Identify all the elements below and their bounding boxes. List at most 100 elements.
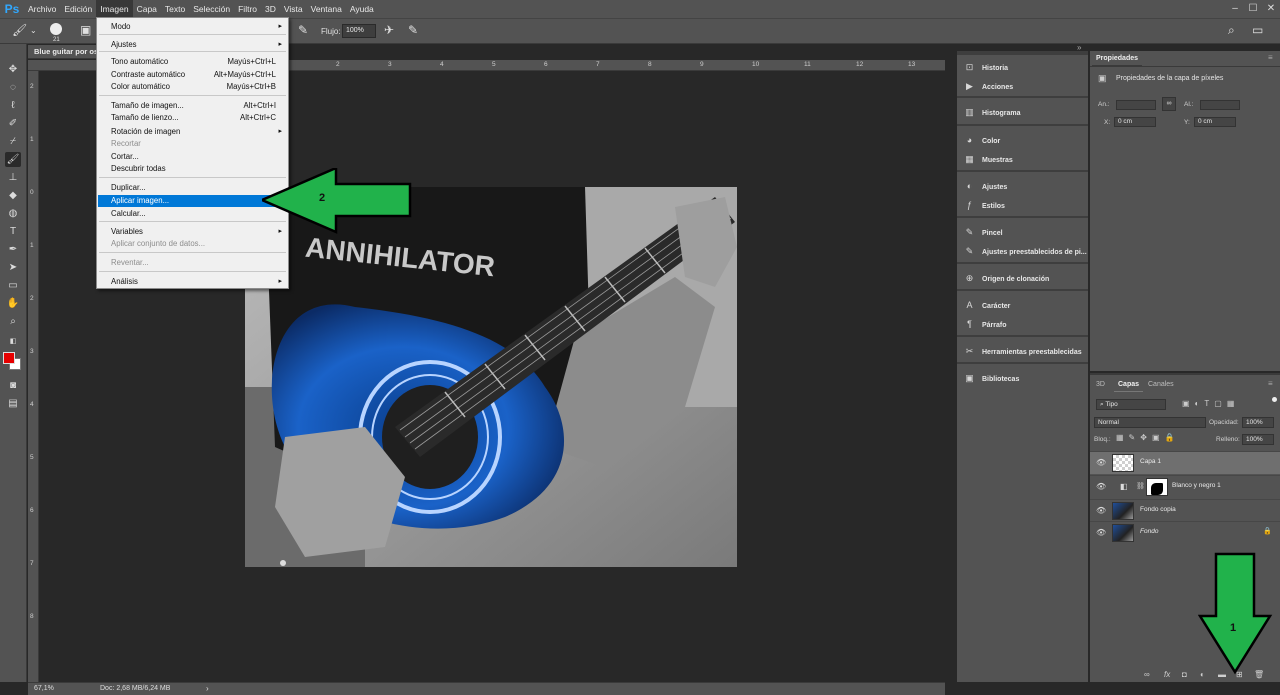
menu-item-tono-automatico[interactable]: Tono automático Mayús+Ctrl+L	[98, 56, 287, 68]
blend-mode-select[interactable]: Normal	[1094, 417, 1206, 428]
menu-item-analisis[interactable]: Análisis ▸	[98, 276, 287, 288]
menu-item-tamano-imagen[interactable]: Tamaño de imagen... Alt+Ctrl+I	[98, 100, 287, 112]
eye-icon[interactable]: 👁	[1096, 458, 1106, 467]
menu-edicion[interactable]: Edición	[60, 0, 96, 18]
height-field[interactable]	[1200, 100, 1240, 110]
paint-bucket-tool-icon[interactable]: ◍	[5, 206, 21, 221]
panel-item-acciones[interactable]: ▶ Acciones	[963, 79, 1087, 93]
y-field[interactable]: 0 cm	[1194, 117, 1236, 127]
layer-row[interactable]: 👁 ◧ ⛓ Blanco y negro 1	[1090, 475, 1280, 498]
menu-3d[interactable]: 3D	[261, 0, 280, 18]
tab-propiedades[interactable]: Propiedades	[1092, 52, 1142, 66]
minimize-icon[interactable]: –	[1226, 0, 1244, 18]
chevron-right-icon[interactable]: ›	[206, 684, 209, 693]
eyedropper-tool-icon[interactable]: ⌿	[5, 134, 21, 149]
menu-item-descubrir-todas[interactable]: Descubrir todas	[98, 163, 287, 175]
panel-item-ajustes-preestablecidos-pincel[interactable]: ✎ Ajustes preestablecidos de pi...	[963, 244, 1087, 258]
panel-item-estilos[interactable]: ƒ Estilos	[963, 198, 1087, 212]
add-mask-icon[interactable]: ◘	[1182, 670, 1187, 679]
screen-mode-icon[interactable]: ▤	[5, 396, 21, 411]
menu-capa[interactable]: Capa	[133, 0, 161, 18]
layer-row[interactable]: 👁 Capa 1	[1090, 451, 1280, 474]
menu-filtro[interactable]: Filtro	[234, 0, 261, 18]
width-field[interactable]	[1116, 100, 1156, 110]
menu-item-aplicar-imagen[interactable]: Aplicar imagen...	[98, 195, 287, 207]
collapse-icon[interactable]: »	[1077, 43, 1081, 52]
document-tab[interactable]: Blue guitar por os	[28, 45, 100, 59]
menu-item-tamano-lienzo[interactable]: Tamaño de lienzo... Alt+Ctrl+C	[98, 112, 287, 124]
zoom-tool-icon[interactable]: ⌕	[5, 314, 21, 329]
link-icon[interactable]: ∞	[1162, 97, 1176, 111]
default-colors-icon[interactable]: ◧	[5, 334, 21, 349]
type-tool-icon[interactable]: T	[5, 224, 21, 239]
close-icon[interactable]: ✕	[1262, 0, 1280, 18]
lock-icons[interactable]: ▦✎✥▣🔒	[1116, 433, 1179, 442]
search-icon[interactable]: ⌕	[1228, 23, 1235, 38]
opacity-field[interactable]: 100%	[1242, 417, 1274, 428]
chevron-down-icon[interactable]: ⌄	[30, 26, 37, 35]
stamp-tool-icon[interactable]: ⊥	[5, 170, 21, 185]
layer-filter-select[interactable]: ⌕ Tipo	[1096, 399, 1166, 410]
menu-item-cortar[interactable]: Cortar...	[98, 151, 287, 163]
link-layers-icon[interactable]: ∞	[1144, 670, 1150, 679]
panel-item-color[interactable]: ◕ Color	[963, 133, 1087, 147]
menu-imagen[interactable]: Imagen	[96, 0, 133, 18]
marquee-tool-icon[interactable]: ◌	[5, 80, 21, 95]
fill-field[interactable]: 100%	[1242, 434, 1274, 445]
panel-item-histograma[interactable]: ▥ Histograma	[963, 105, 1087, 119]
panel-item-caracter[interactable]: A Carácter	[963, 298, 1087, 312]
quick-selection-tool-icon[interactable]: ✐	[5, 116, 21, 131]
menu-item-calcular[interactable]: Calcular...	[98, 208, 287, 220]
path-selection-tool-icon[interactable]: ➤	[5, 260, 21, 275]
menu-texto[interactable]: Texto	[161, 0, 189, 18]
menu-ayuda[interactable]: Ayuda	[346, 0, 378, 18]
fx-icon[interactable]: fx	[1164, 670, 1170, 679]
menu-item-variables[interactable]: Variables ▸	[98, 226, 287, 238]
tab-3d[interactable]: 3D	[1096, 378, 1105, 392]
menu-vista[interactable]: Vista	[280, 0, 307, 18]
menu-item-modo[interactable]: Modo ▸	[98, 21, 287, 33]
eye-icon[interactable]: 👁	[1096, 506, 1106, 515]
panel-item-pincel[interactable]: ✎ Pincel	[963, 225, 1087, 239]
filter-icons[interactable]: ▣◐T▢▦	[1182, 399, 1239, 408]
lasso-tool-icon[interactable]: ℓ	[5, 98, 21, 113]
panel-item-ajustes[interactable]: ◐ Ajustes	[963, 179, 1087, 193]
quick-mask-icon[interactable]: ◙	[5, 378, 21, 393]
menu-item-duplicar[interactable]: Duplicar...	[98, 182, 287, 194]
menu-item-ajustes[interactable]: Ajustes ▸	[98, 39, 287, 51]
menu-item-contraste-automatico[interactable]: Contraste automático Alt+Mayús+Ctrl+L	[98, 69, 287, 81]
menu-seleccion[interactable]: Selección	[189, 0, 234, 18]
menu-item-aplicar-conjunto-datos[interactable]: Aplicar conjunto de datos...	[98, 238, 287, 250]
panel-item-parrafo[interactable]: ¶ Párrafo	[963, 317, 1087, 331]
menu-item-reventar[interactable]: Reventar...	[98, 257, 287, 269]
rectangle-tool-icon[interactable]: ▭	[5, 278, 21, 293]
zoom-level[interactable]: 67,1%	[34, 685, 54, 692]
tab-canales[interactable]: Canales	[1148, 378, 1174, 392]
tab-capas[interactable]: Capas	[1114, 378, 1144, 392]
brush-tool-icon[interactable]: 🖌	[12, 23, 27, 37]
eraser-tool-icon[interactable]: ◆	[5, 188, 21, 203]
menu-item-recortar[interactable]: Recortar	[98, 138, 287, 150]
panel-item-historia[interactable]: ⊡ Historia	[963, 60, 1087, 74]
pressure-size-icon[interactable]: ✎	[408, 23, 418, 37]
airbrush-icon[interactable]: ✈	[384, 23, 394, 37]
brush-panel-icon[interactable]: ▣	[80, 23, 91, 37]
panel-item-origen-clonacion[interactable]: ⊕ Origen de clonación	[963, 271, 1087, 285]
x-field[interactable]: 0 cm	[1114, 117, 1156, 127]
pressure-opacity-icon[interactable]: ✎	[298, 23, 308, 37]
layer-row[interactable]: 👁 Fondo copia	[1090, 499, 1280, 522]
workspace-icon[interactable]: ▭	[1252, 23, 1263, 37]
menu-item-color-automatico[interactable]: Color automático Mayús+Ctrl+B	[98, 81, 287, 93]
eye-icon[interactable]: 👁	[1096, 482, 1106, 491]
menu-ventana[interactable]: Ventana	[307, 0, 346, 18]
layer-row[interactable]: 👁 Fondo 🔒	[1090, 521, 1280, 544]
menu-archivo[interactable]: Archivo	[24, 0, 60, 18]
pen-tool-icon[interactable]: ✒	[5, 242, 21, 257]
eye-icon[interactable]: 👁	[1096, 528, 1106, 537]
panel-menu-icon[interactable]: ≡	[1268, 379, 1273, 388]
flow-field[interactable]: 100%	[342, 24, 376, 38]
brush-tool-icon[interactable]: 🖌	[5, 152, 21, 167]
panel-item-bibliotecas[interactable]: ▣ Bibliotecas	[963, 371, 1087, 385]
document-image[interactable]: ANNIHILATOR	[245, 187, 737, 567]
panel-item-muestras[interactable]: ▦ Muestras	[963, 152, 1087, 166]
